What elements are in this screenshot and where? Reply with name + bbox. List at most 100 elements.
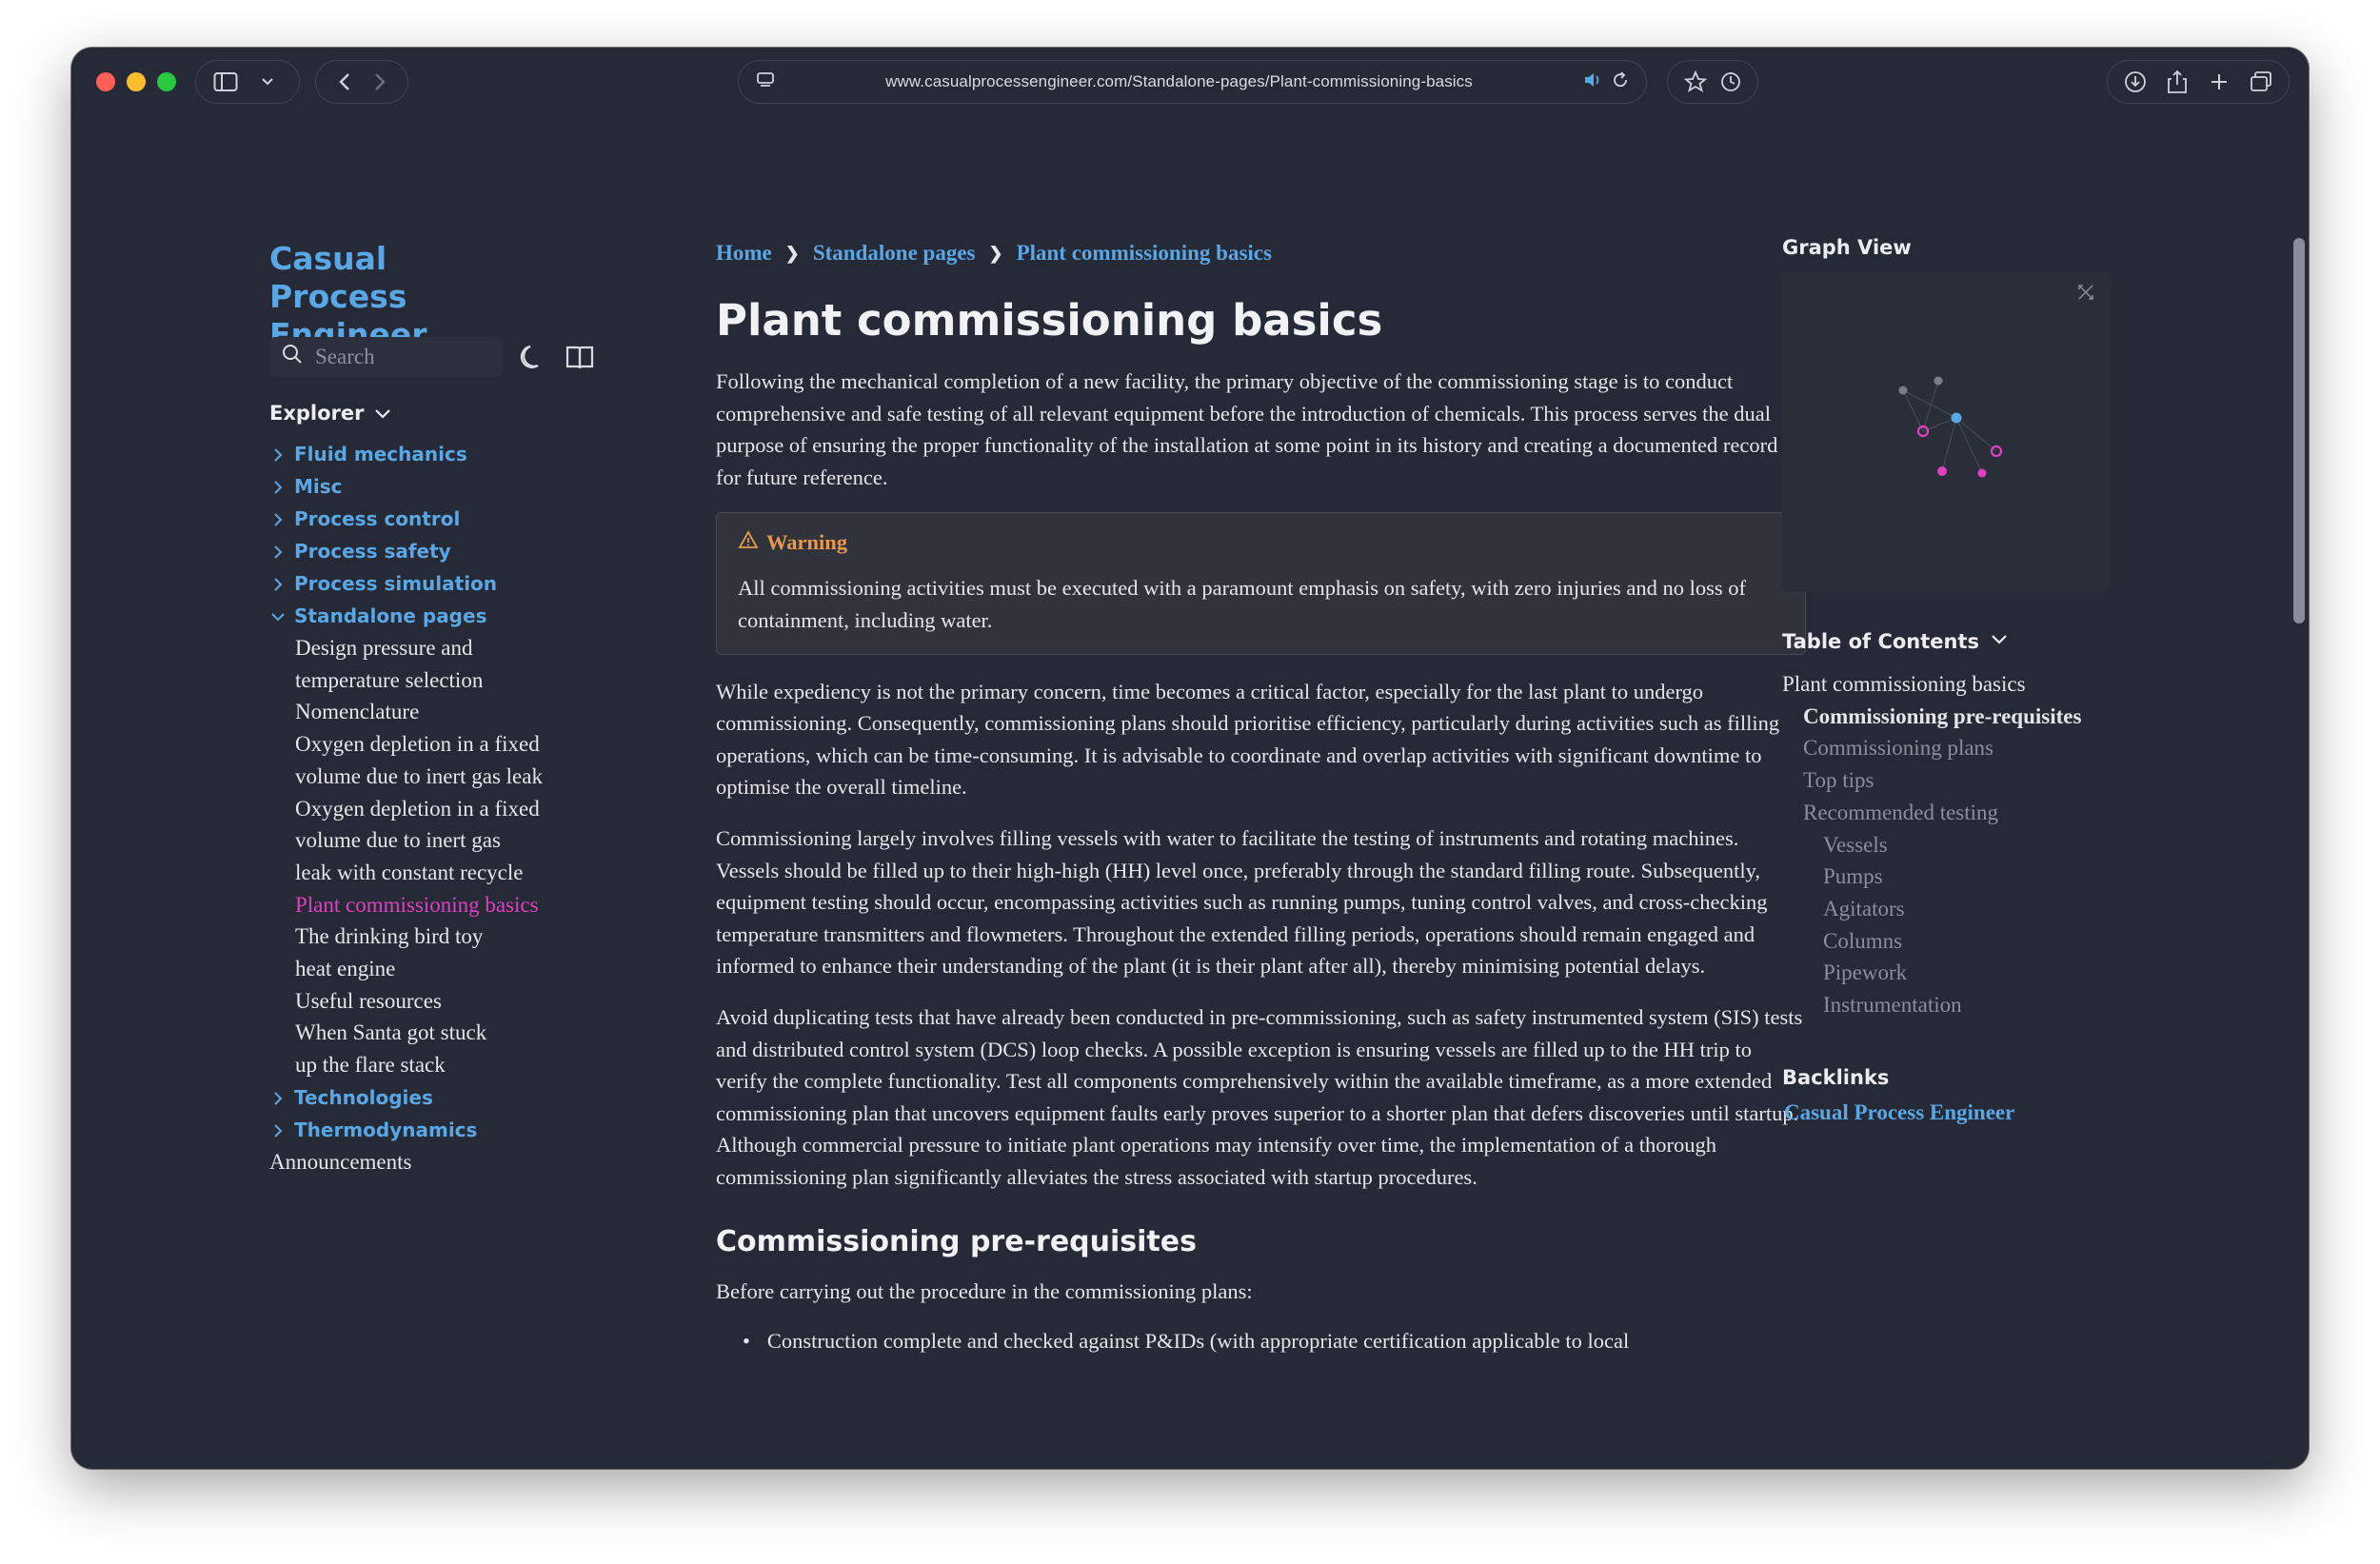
speaker-icon[interactable] bbox=[1583, 71, 1602, 93]
tree-item-drinking-bird[interactable]: The drinking bird toy bbox=[269, 921, 593, 953]
explorer-tree: Fluid mechanics Misc Process control Pro… bbox=[269, 438, 593, 1178]
tree-item-oxygen-depletion-recycle[interactable]: Oxygen depletion in a fixed bbox=[269, 793, 593, 825]
warning-text: All commissioning activities must be exe… bbox=[738, 576, 1746, 632]
search-placeholder: Search bbox=[315, 345, 375, 368]
folder-misc[interactable]: Misc bbox=[269, 470, 593, 503]
toc-heading: Table of Contents bbox=[1782, 630, 1980, 653]
toc-item-commissioning-prerequisites[interactable]: Commissioning pre-requisites bbox=[1782, 701, 2081, 733]
tree-item-nomenclature[interactable]: Nomenclature bbox=[269, 696, 593, 728]
tree-item-drinking-bird-cont[interactable]: heat engine bbox=[269, 953, 593, 985]
chevron-down-icon[interactable] bbox=[251, 66, 284, 98]
search-input[interactable]: Search bbox=[269, 337, 503, 377]
warning-label: Warning bbox=[766, 530, 848, 555]
folder-fluid-mechanics[interactable]: Fluid mechanics bbox=[269, 438, 593, 470]
toc-item-vessels[interactable]: Vessels bbox=[1782, 829, 2081, 861]
paragraph-5: Before carrying out the procedure in the… bbox=[716, 1279, 1253, 1304]
breadcrumb-home[interactable]: Home bbox=[716, 241, 772, 266]
minimize-window-button[interactable] bbox=[127, 72, 146, 91]
folder-process-safety[interactable]: Process safety bbox=[269, 535, 593, 567]
tree-item-design-pressure[interactable]: Design pressure and bbox=[269, 632, 593, 664]
toc-item-top-tips[interactable]: Top tips bbox=[1782, 764, 2081, 797]
folder-label: Process control bbox=[294, 507, 461, 530]
breadcrumb-current[interactable]: Plant commissioning basics bbox=[1017, 241, 1272, 266]
warning-callout: Warning All commissioning activities mus… bbox=[716, 512, 1806, 655]
scrollbar-thumb[interactable] bbox=[2293, 238, 2305, 624]
close-window-button[interactable] bbox=[96, 72, 115, 91]
folder-process-control[interactable]: Process control bbox=[269, 503, 593, 535]
history-nav-group bbox=[315, 60, 408, 104]
graph-view-canvas bbox=[1898, 285, 2093, 478]
sidebar-icon[interactable] bbox=[209, 66, 242, 98]
chevron-right-icon bbox=[269, 543, 287, 560]
graph-node-current[interactable] bbox=[1951, 412, 1962, 424]
zoom-window-button[interactable] bbox=[157, 72, 176, 91]
tree-item-oxygen-depletion-recycle-cont2[interactable]: leak with constant recycle bbox=[269, 857, 593, 889]
page-scrollbar[interactable] bbox=[2288, 116, 2309, 1469]
bullet-dot: • bbox=[743, 1329, 750, 1354]
new-tab-plus-icon[interactable] bbox=[2205, 66, 2233, 98]
folder-technologies[interactable]: Technologies bbox=[269, 1081, 593, 1114]
reload-icon[interactable] bbox=[1612, 70, 1629, 93]
chevron-right-icon bbox=[269, 575, 287, 592]
graph-node[interactable] bbox=[1898, 386, 1908, 395]
folder-label: Fluid mechanics bbox=[294, 443, 467, 465]
chevron-down-icon bbox=[374, 402, 391, 425]
tree-item-oxygen-depletion-recycle-cont[interactable]: volume due to inert gas bbox=[269, 824, 593, 857]
toc-item-instrumentation[interactable]: Instrumentation bbox=[1782, 989, 2081, 1021]
paragraph-3: Commissioning largely involves filling v… bbox=[716, 825, 1768, 979]
share-icon[interactable] bbox=[2163, 66, 2192, 98]
folder-process-simulation[interactable]: Process simulation bbox=[269, 567, 593, 600]
toc-item-recommended-testing[interactable]: Recommended testing bbox=[1782, 797, 2081, 829]
page-settings-icon[interactable] bbox=[756, 71, 775, 93]
reader-mode-book-icon[interactable] bbox=[564, 341, 596, 373]
folder-thermodynamics[interactable]: Thermodynamics bbox=[269, 1114, 593, 1146]
toc-item-columns[interactable]: Columns bbox=[1782, 925, 2081, 958]
window-actions-group bbox=[2107, 60, 2290, 104]
toc-item-pumps[interactable]: Pumps bbox=[1782, 861, 2081, 893]
toc-toggle[interactable]: Table of Contents bbox=[1782, 630, 2008, 653]
star-icon[interactable] bbox=[1681, 66, 1709, 98]
tree-item-design-pressure-cont[interactable]: temperature selection bbox=[269, 664, 593, 697]
chevron-right-icon bbox=[269, 1089, 287, 1106]
folder-label: Process safety bbox=[294, 540, 451, 563]
address-bar[interactable]: www.casualprocessengineer.com/Standalone… bbox=[738, 60, 1647, 104]
graph-node[interactable] bbox=[1934, 376, 1943, 386]
download-icon[interactable] bbox=[2121, 66, 2150, 98]
graph-view[interactable] bbox=[1782, 272, 2111, 591]
history-clock-icon[interactable] bbox=[1716, 66, 1744, 98]
explorer-toggle[interactable]: Explorer bbox=[269, 402, 391, 425]
tree-item-santa-flare-stack[interactable]: When Santa got stuck bbox=[269, 1017, 593, 1049]
browser-toolbar: www.casualprocessengineer.com/Standalone… bbox=[71, 48, 2309, 116]
tree-item-announcements[interactable]: Announcements bbox=[269, 1146, 593, 1178]
toc-item-commissioning-plans[interactable]: Commissioning plans bbox=[1782, 732, 2081, 764]
toc-item-pipework[interactable]: Pipework bbox=[1782, 957, 2081, 989]
chevron-right-icon bbox=[269, 445, 287, 463]
folder-standalone-pages[interactable]: Standalone pages bbox=[269, 600, 593, 632]
back-arrow-icon[interactable] bbox=[329, 66, 359, 98]
chevron-right-icon bbox=[269, 1121, 287, 1138]
backlink-casual-process-engineer[interactable]: Casual Process Engineer bbox=[1784, 1100, 2014, 1125]
paragraph-4: Avoid duplicating tests that have alread… bbox=[716, 1004, 1803, 1189]
tree-item-santa-flare-stack-cont[interactable]: up the flare stack bbox=[269, 1049, 593, 1081]
folder-label: Thermodynamics bbox=[294, 1118, 478, 1141]
graph-node[interactable] bbox=[1977, 468, 1987, 478]
tree-item-oxygen-depletion-leak[interactable]: Oxygen depletion in a fixed bbox=[269, 728, 593, 761]
table-of-contents: Plant commissioning basics Commissioning… bbox=[1782, 668, 2081, 1021]
toc-item-plant-commissioning-basics[interactable]: Plant commissioning basics bbox=[1782, 668, 2081, 701]
tree-item-oxygen-depletion-leak-cont[interactable]: volume due to inert gas leak bbox=[269, 761, 593, 793]
toc-item-agitators[interactable]: Agitators bbox=[1782, 893, 2081, 925]
article: Home ❯ Standalone pages ❯ Plant commissi… bbox=[716, 238, 1806, 1357]
paragraph-2: While expediency is not the primary conc… bbox=[716, 679, 1780, 800]
search-icon bbox=[281, 343, 304, 371]
forward-arrow-icon[interactable] bbox=[365, 66, 394, 98]
warning-triangle-icon bbox=[738, 530, 759, 555]
tab-overview-icon[interactable] bbox=[2247, 66, 2275, 98]
chevron-down-icon bbox=[269, 607, 287, 624]
breadcrumb-standalone-pages[interactable]: Standalone pages bbox=[813, 241, 976, 266]
graph-node[interactable] bbox=[1937, 466, 1947, 476]
dark-mode-moon-icon[interactable] bbox=[517, 341, 549, 373]
tree-item-useful-resources[interactable]: Useful resources bbox=[269, 985, 593, 1018]
tree-item-plant-commissioning-active[interactable]: Plant commissioning basics bbox=[269, 889, 593, 921]
browser-window: www.casualprocessengineer.com/Standalone… bbox=[71, 48, 2309, 1469]
expand-graph-icon[interactable] bbox=[2078, 285, 2093, 300]
